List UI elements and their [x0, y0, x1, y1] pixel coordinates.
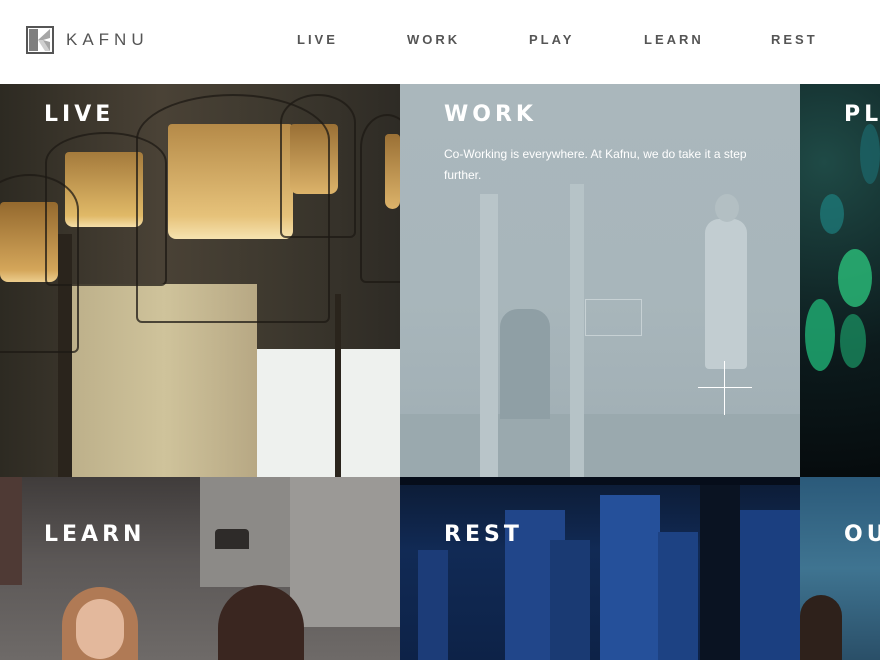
tile-title-learn: LEARN: [44, 522, 146, 547]
person-figure: [705, 219, 747, 369]
building: [658, 532, 698, 660]
tile-title-live: LIVE: [44, 102, 115, 127]
wall-panel: [0, 477, 22, 585]
bokeh-light: [860, 124, 880, 184]
hanging-lamp: [215, 529, 249, 549]
brand-name: KAFNU: [66, 30, 149, 49]
building: [418, 550, 448, 660]
building: [740, 510, 800, 660]
glass-pillar: [570, 184, 584, 477]
background-window: [290, 477, 400, 627]
nav-item-learn[interactable]: LEARN: [644, 32, 704, 47]
tile-ou[interactable]: OU: [800, 477, 880, 660]
desk-area: [400, 414, 800, 477]
bokeh-light: [840, 314, 866, 368]
tile-title-ou: OU: [844, 522, 880, 547]
wire-cage-lamp: [280, 94, 356, 238]
tile-live[interactable]: LIVE: [0, 84, 400, 477]
person-face: [76, 599, 124, 659]
bokeh-light: [820, 194, 844, 234]
wire-cage-lamp: [0, 174, 79, 353]
glass-pillar: [480, 194, 498, 477]
bokeh-light: [838, 249, 872, 307]
kafnu-logo-icon: [26, 26, 54, 54]
person-figure: [800, 595, 842, 660]
monitor: [585, 299, 642, 336]
wire-cage-lamp: [360, 114, 400, 283]
brand-logo[interactable]: KAFNU: [26, 26, 149, 54]
nav-item-rest[interactable]: REST: [771, 32, 818, 47]
nav-item-play[interactable]: PLAY: [529, 32, 574, 47]
building: [600, 495, 660, 660]
window-top-frame: [400, 477, 800, 485]
seated-person: [500, 309, 550, 419]
window-frame: [335, 294, 341, 477]
tile-play[interactable]: PLA: [800, 84, 880, 477]
building: [550, 540, 590, 660]
tile-description-work: Co-Working is everywhere. At Kafnu, we d…: [444, 147, 747, 182]
tile-learn[interactable]: LEARN: [0, 477, 400, 660]
person-head: [715, 194, 739, 222]
site-header: KAFNU LIVE WORK PLAY LEARN REST: [0, 0, 880, 84]
tile-title-rest: REST: [444, 522, 523, 547]
nav-item-live[interactable]: LIVE: [297, 32, 338, 47]
tile-title-work: WORK: [444, 102, 537, 127]
nav-item-work[interactable]: WORK: [407, 32, 460, 47]
tile-work[interactable]: WORK Co-Working is everywhere. At Kafnu,…: [400, 84, 800, 477]
tile-title-play: PLA: [844, 102, 880, 127]
bokeh-light: [805, 299, 835, 371]
tile-rest[interactable]: REST: [400, 477, 800, 660]
window-light: [255, 349, 400, 477]
window-frame: [700, 477, 740, 660]
